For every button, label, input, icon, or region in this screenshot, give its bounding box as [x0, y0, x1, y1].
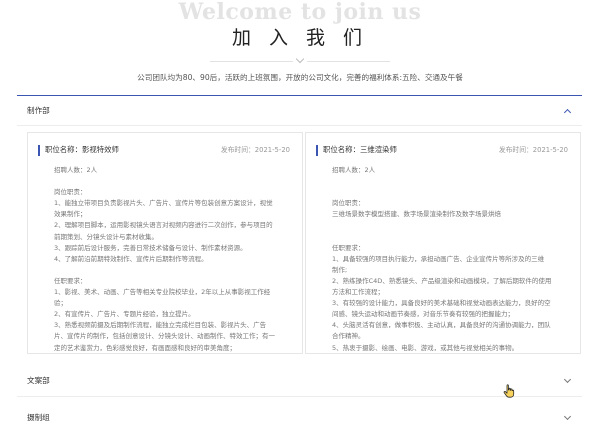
job-description-line: 间感、镜头运动和动画节奏感，对音乐节奏有较强的把握能力； [332, 310, 514, 319]
job-description-line [54, 176, 288, 187]
section-title: 摄制组 [27, 413, 50, 422]
job-card-3d-renderer: 职位名称：三维渲染师 发布时间：2021-5-20 招聘人数：2人 岗位职责： 三维… [305, 132, 581, 354]
job-description-line: 片、宣传片的制作，包括创意设计、分镜头设计、动画制作、特效工作；有一 [54, 332, 275, 341]
chevron-down-icon [293, 56, 307, 65]
job-description-line: 1、能独立带项目负责影视片头、广告片、宣传片等包装创意方案设计，视觉 [54, 199, 273, 208]
job-description-line: 4、了解前沿前期特效制作、宣传片后期制作等流程。 [54, 254, 208, 263]
job-description: 招聘人数：2人 岗位职责： 三维场景数字模型搭建、数字场景渲染制作及数字场景烘焙 任职… [332, 165, 566, 354]
job-publish-date: 发布时间：2021-5-20 [220, 146, 290, 154]
job-title: 职位名称：影视特效师 [45, 145, 119, 154]
job-description-line: 2、熟练操作C4D、熟悉镜头、产品级渲染和动画模块，了解后期软件的使用 [332, 276, 552, 285]
job-description-line: 招聘人数：2人 [54, 166, 98, 174]
job-description-line: 任职要求： [54, 276, 87, 285]
hero-english-title: Welcome to join us [178, 0, 422, 25]
section-title: 制作部 [27, 106, 50, 115]
job-description-line: 岗位职责： [332, 199, 365, 208]
chevron-down-icon [563, 375, 572, 384]
job-description-line: 验； [54, 299, 67, 308]
job-description-line [54, 265, 288, 276]
job-description-line: 2、有宣传片、广告片、专题片经验，独立提片。 [54, 310, 195, 319]
job-description-line: 合作精神。 [332, 332, 365, 341]
job-description-line: 任职要求： [332, 243, 365, 252]
job-publish-date: 发布时间：2021-5-20 [498, 146, 568, 154]
job-description-line: 4、头脑灵活有创意，做事积极、主动认真，具备良好的沟通协调能力，团队 [332, 321, 551, 330]
job-description-line: 2、理解项目脚本，运用影视镜头语言对视频内容进行二次创作，参与项目的 [54, 221, 273, 230]
job-description-line: 3、有较强的设计能力，具备良好的美术基础和视觉动画表达能力，良好的空 [332, 299, 551, 308]
section-header-filming[interactable]: 摄制组 [17, 403, 582, 433]
job-description-line: 3、跟踪前后设计服务，完善日常技术储备与设计、制作素材资源。 [54, 243, 247, 252]
job-description-line: 效果制作； [54, 210, 87, 219]
card-accent-bar [316, 145, 318, 156]
hand-pointer-icon [503, 384, 515, 398]
job-description-line: 岗位职责： [54, 188, 87, 197]
card-accent-bar [38, 145, 40, 156]
section-title: 文案部 [27, 376, 50, 385]
job-card-vfx-artist: 职位名称：影视特效师 发布时间：2021-5-20 招聘人数：2人 岗位职责： 1、… [27, 132, 303, 354]
job-description-line [332, 220, 566, 231]
job-description-line: 5、热衷于摄影、绘画、电影、游戏，或其他与视觉相关的事物。 [332, 343, 519, 352]
job-description-line: 前期策划、分镜头设计与素材收集。 [54, 232, 158, 241]
job-description-line: 招聘人数：2人 [332, 166, 376, 174]
job-description-line [332, 232, 566, 243]
job-description-line: 制作; [332, 265, 348, 274]
job-description-line [332, 176, 566, 187]
section-divider [17, 396, 582, 397]
job-description-line [332, 187, 566, 198]
job-description-line: 1、具备较强的项目执行能力，承担动画广告、企业宣传片等所涉及的三维 [332, 254, 545, 263]
job-description-line: 定的艺术鉴赏力，色彩感觉良好，有画面感和良好的审美角度； [54, 343, 236, 352]
job-description-line: 方法和工作流程； [332, 288, 384, 297]
hero-chinese-title: 加 入 我 们 [231, 27, 369, 49]
join-us-header: Welcome to join us 加 入 我 们 公司团队均为80、90后，… [0, 0, 600, 95]
job-description-line: 三维场景数字模型搭建、数字场景渲染制作及数字场景烘焙 [332, 210, 501, 219]
chevron-up-icon [563, 108, 572, 117]
job-description: 招聘人数：2人 岗位职责： 1、能独立带项目负责影视片头、广告片、宣传片等包装创意方… [54, 165, 288, 354]
job-description-line: 1、影视、美术、动画、广告等相关专业院校毕业，2年以上从事影视工作经 [54, 288, 271, 297]
section-header-production[interactable]: 制作部 [17, 96, 582, 126]
job-description-line: 3、熟悉视频前摄及后期制作流程，能独立完成栏目包装、影视片头、广告 [54, 321, 267, 330]
chevron-down-icon [563, 412, 572, 421]
job-title: 职位名称：三维渲染师 [323, 145, 397, 154]
hero-subtitle: 公司团队均为80、90后，活跃的上班氛围，开放的公司文化，完善的福利体系:五险、… [137, 73, 463, 82]
section-divider [17, 125, 582, 126]
section-header-copywriting[interactable]: 文案部 [17, 366, 582, 396]
